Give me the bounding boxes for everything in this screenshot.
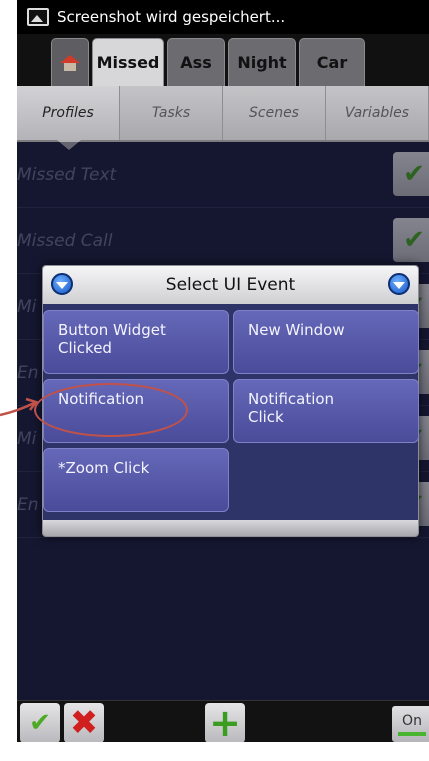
toggle-indicator [398,731,426,736]
tab-home[interactable] [51,38,89,86]
status-bar: Screenshot wird gespeichert... [17,0,429,34]
screenshot-icon [27,8,49,26]
tab-missed[interactable]: Missed [92,38,164,86]
annotation-arrow-icon [0,397,39,417]
dialog-footer [43,520,418,536]
chevron-down-icon[interactable] [51,273,73,295]
event-new-window[interactable]: New Window [233,310,419,374]
dialog-title: Select UI Event [165,275,296,295]
tab-car[interactable]: Car [299,38,365,86]
annotation-ellipse [34,383,188,437]
toggle-label: On [402,712,422,729]
home-icon [60,54,80,71]
delete-button[interactable]: ✖ [64,703,104,742]
dialog-title-bar: Select UI Event [43,266,418,304]
project-tabs: Missed Ass Night Car [17,34,429,86]
checkmark-icon: ✔ [29,708,51,738]
section-tabs: Profiles Tasks Scenes Variables [17,86,429,142]
event-zoom-click[interactable]: *Zoom Click [43,448,229,512]
enable-toggle[interactable]: On [392,706,429,742]
tab-tasks[interactable]: Tasks [120,86,223,140]
event-notification-click[interactable]: Notification Click [233,379,419,443]
delete-x-icon: ✖ [69,703,99,742]
plus-icon: + [209,701,241,742]
add-button[interactable]: + [205,703,245,742]
accept-button[interactable]: ✔ [20,703,60,742]
tab-ass[interactable]: Ass [167,38,225,86]
tab-profiles[interactable]: Profiles [17,86,120,140]
chevron-down-icon[interactable] [388,273,410,295]
tab-variables[interactable]: Variables [326,86,429,140]
tab-scenes[interactable]: Scenes [223,86,326,140]
tab-night[interactable]: Night [228,38,296,86]
event-button-widget-clicked[interactable]: Button Widget Clicked [43,310,229,374]
status-text: Screenshot wird gespeichert... [57,8,286,26]
bottom-toolbar: ✔ ✖ + On [17,700,429,742]
